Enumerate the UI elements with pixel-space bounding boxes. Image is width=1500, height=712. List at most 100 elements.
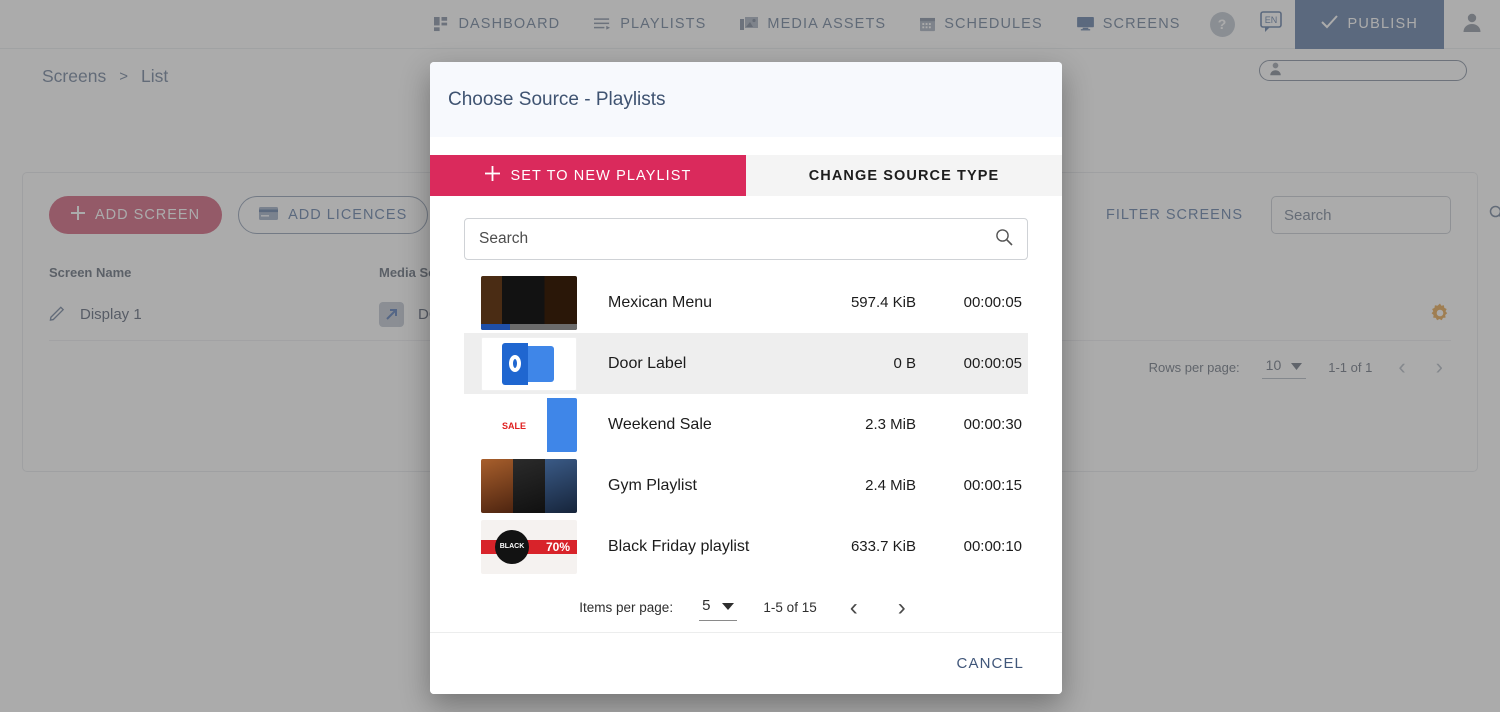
nav-label-dashboard: DASHBOARD	[458, 16, 560, 32]
top-navbar: DASHBOARD PLAYLISTS MEDIA ASSETS SCHEDUL…	[0, 0, 1500, 49]
list-item-size: 597.4 KiB	[796, 294, 916, 311]
open-external-icon[interactable]	[379, 302, 404, 327]
language-bubble-icon: EN	[1257, 8, 1285, 41]
list-item-name: Weekend Sale	[577, 416, 796, 434]
list-item-size: 633.7 KiB	[796, 538, 916, 555]
list-item-duration: 00:00:05	[916, 294, 1028, 311]
prev-page-button[interactable]: ‹	[1394, 354, 1409, 380]
nav-item-playlists[interactable]: PLAYLISTS	[577, 0, 723, 49]
list-item-duration: 00:00:10	[916, 538, 1028, 555]
help-label: ?	[1218, 16, 1227, 32]
list-item-size: 0 B	[796, 355, 916, 372]
gear-icon[interactable]	[1429, 311, 1451, 328]
items-per-page-select[interactable]: 5	[699, 595, 737, 621]
breadcrumb-current: List	[141, 66, 168, 87]
dialog-page-range-label: 1-5 of 15	[763, 600, 816, 615]
list-item-name: Black Friday playlist	[577, 538, 796, 556]
cell-screen-name: Display 1	[49, 304, 379, 325]
plus-icon	[485, 166, 500, 185]
list-item-size: 2.3 MiB	[796, 416, 916, 433]
dialog-tabs: SET TO NEW PLAYLIST CHANGE SOURCE TYPE	[430, 155, 1062, 196]
breadcrumb-separator: >	[119, 68, 128, 85]
add-screen-button[interactable]: ADD SCREEN	[49, 196, 222, 234]
playlist-search-input[interactable]	[479, 230, 987, 248]
items-per-page-value: 5	[702, 597, 710, 614]
gym-playlist-thumb	[481, 459, 577, 513]
dialog-footer: CANCEL	[430, 632, 1062, 694]
language-button[interactable]: EN	[1257, 8, 1285, 41]
rows-per-page-value: 10	[1266, 357, 1282, 373]
add-licences-label: ADD LICENCES	[288, 207, 407, 223]
nav-item-schedules[interactable]: SCHEDULES	[903, 0, 1060, 49]
chevron-down-icon	[722, 597, 734, 614]
cancel-button[interactable]: CANCEL	[945, 647, 1036, 680]
dialog-next-page-button[interactable]: ›	[891, 594, 913, 622]
playlist-search-box[interactable]	[464, 218, 1028, 260]
media-image-icon	[740, 17, 758, 31]
playlist-lines-icon	[594, 17, 611, 31]
search-icon[interactable]	[995, 228, 1013, 251]
list-item[interactable]: Weekend Sale 2.3 MiB 00:00:30	[464, 394, 1028, 455]
nav-label-playlists: PLAYLISTS	[620, 16, 706, 32]
list-item-size: 2.4 MiB	[796, 477, 916, 494]
list-item[interactable]: Gym Playlist 2.4 MiB 00:00:15	[464, 455, 1028, 516]
door-label-thumb	[481, 337, 577, 391]
list-item-duration: 00:00:05	[916, 355, 1028, 372]
choose-source-dialog: Choose Source - Playlists SET TO NEW PLA…	[430, 62, 1062, 694]
filter-screens-button[interactable]: FILTER SCREENS	[1106, 207, 1243, 223]
screens-search-box[interactable]	[1271, 196, 1451, 234]
calendar-icon	[920, 17, 935, 32]
dashboard-grid-icon	[434, 17, 449, 32]
breadcrumb-root[interactable]: Screens	[42, 66, 106, 87]
edit-pencil-icon[interactable]	[49, 304, 66, 325]
rows-per-page-select[interactable]: 10	[1262, 355, 1307, 379]
nav-label-screens: SCREENS	[1103, 16, 1181, 32]
person-select-field[interactable]	[1259, 60, 1467, 81]
publish-label: PUBLISH	[1348, 16, 1418, 32]
black-friday-thumb: BLACK70%	[481, 520, 577, 574]
list-item-duration: 00:00:15	[916, 477, 1028, 494]
nav-items: DASHBOARD PLAYLISTS MEDIA ASSETS SCHEDUL…	[417, 0, 1500, 49]
check-icon	[1321, 15, 1338, 33]
nav-item-media-assets[interactable]: MEDIA ASSETS	[723, 0, 903, 49]
nav-item-screens[interactable]: SCREENS	[1060, 0, 1198, 49]
svg-text:EN: EN	[1264, 15, 1277, 25]
playlist-list: Mexican Menu 597.4 KiB 00:00:05 Door Lab…	[464, 272, 1028, 577]
dialog-paginator: Items per page: 5 1-5 of 15 ‹ ›	[464, 583, 1028, 632]
add-licences-button[interactable]: ADD LICENCES	[238, 196, 428, 234]
column-screen-name: Screen Name	[49, 265, 379, 280]
add-screen-label: ADD SCREEN	[95, 207, 200, 223]
chevron-down-icon	[1291, 357, 1302, 373]
page-range-label: 1-1 of 1	[1328, 360, 1372, 375]
items-per-page-label: Items per page:	[579, 600, 673, 615]
list-item[interactable]: BLACK70% Black Friday playlist 633.7 KiB…	[464, 516, 1028, 577]
list-item-duration: 00:00:30	[916, 416, 1028, 433]
list-item-name: Mexican Menu	[577, 294, 796, 312]
list-item[interactable]: Door Label 0 B 00:00:05	[464, 333, 1028, 394]
list-item-name: Gym Playlist	[577, 477, 796, 495]
nav-label-media-assets: MEDIA ASSETS	[767, 16, 886, 32]
nav-item-dashboard[interactable]: DASHBOARD	[417, 0, 577, 49]
search-icon[interactable]	[1489, 205, 1500, 226]
card-icon	[259, 207, 278, 224]
help-button[interactable]: ?	[1210, 12, 1235, 37]
screens-search-input[interactable]	[1284, 207, 1483, 224]
list-item[interactable]: Mexican Menu 597.4 KiB 00:00:05	[464, 272, 1028, 333]
dialog-header-gap	[430, 137, 1062, 155]
tab-change-source-type-label: CHANGE SOURCE TYPE	[809, 168, 1000, 184]
dialog-body: Mexican Menu 597.4 KiB 00:00:05 Door Lab…	[430, 196, 1062, 632]
account-button[interactable]	[1444, 0, 1500, 49]
dialog-prev-page-button[interactable]: ‹	[843, 594, 865, 622]
publish-button[interactable]: PUBLISH	[1295, 0, 1444, 49]
monitor-icon	[1077, 17, 1094, 31]
next-page-button[interactable]: ›	[1432, 354, 1447, 380]
person-icon	[1461, 11, 1483, 38]
list-item-name: Door Label	[577, 355, 796, 373]
weekend-sale-thumb	[481, 398, 577, 452]
nav-label-schedules: SCHEDULES	[944, 16, 1043, 32]
mexican-menu-thumb	[481, 276, 577, 330]
person-icon	[1268, 61, 1283, 81]
tab-change-source-type[interactable]: CHANGE SOURCE TYPE	[746, 155, 1062, 196]
tab-set-to-new-playlist[interactable]: SET TO NEW PLAYLIST	[430, 155, 746, 196]
rows-per-page-label: Rows per page:	[1149, 360, 1240, 375]
